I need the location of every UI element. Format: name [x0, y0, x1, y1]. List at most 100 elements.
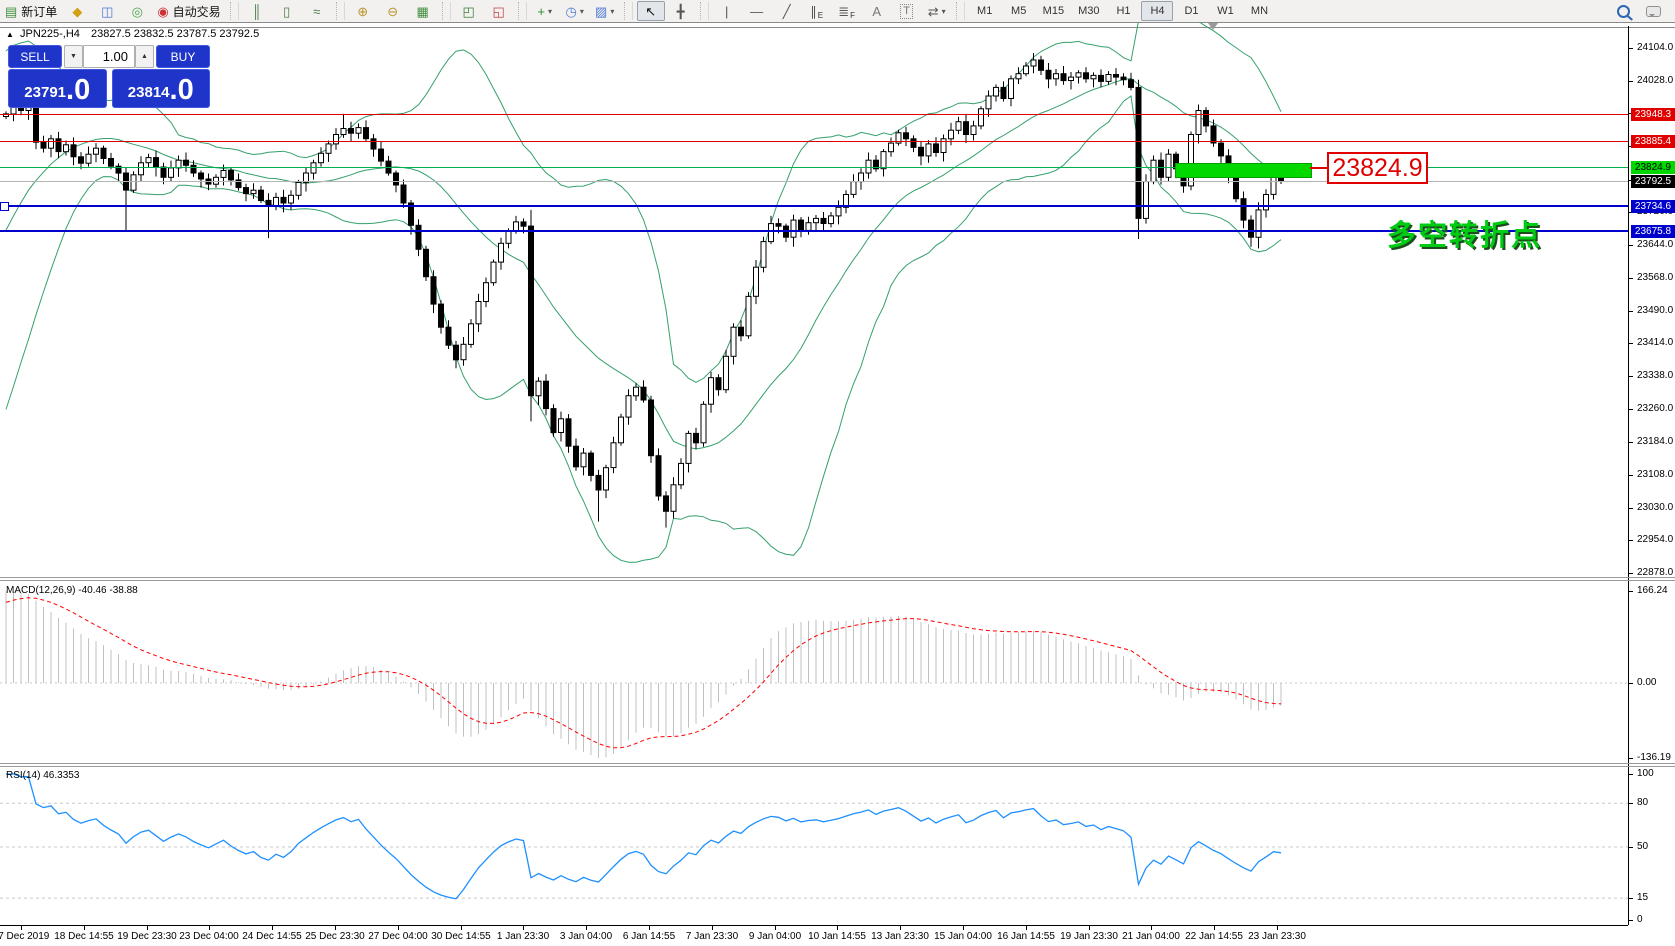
- text-button[interactable]: A: [863, 1, 891, 21]
- time-label: 15 Jan 04:00: [934, 931, 992, 942]
- volume-increase-button[interactable]: ▲: [135, 45, 154, 68]
- turning-point-annotation[interactable]: 多空转折点: [1387, 212, 1542, 254]
- candle-body: [476, 302, 481, 324]
- toolbar-separator: [624, 2, 633, 20]
- candle-body: [1241, 199, 1246, 220]
- cursor-button[interactable]: ↖: [637, 1, 665, 21]
- sell-button[interactable]: SELL: [8, 45, 62, 68]
- macd-rsi-separator[interactable]: [0, 763, 1675, 764]
- horizontal-line-button[interactable]: —: [743, 1, 771, 21]
- level-line-23885.4[interactable]: [0, 141, 1628, 142]
- new-order-button[interactable]: ▤新订单: [1, 1, 61, 21]
- time-tick: [649, 926, 650, 930]
- search-button[interactable]: [1609, 1, 1637, 21]
- macd-histogram: [6, 591, 1281, 758]
- auto-scroll-button[interactable]: ◰: [455, 1, 483, 21]
- candle-body: [86, 154, 91, 163]
- trendline-button[interactable]: ╱: [773, 1, 801, 21]
- candle-body: [566, 419, 571, 446]
- candle-body: [724, 356, 729, 389]
- zoom-out-button[interactable]: ⊖: [379, 1, 407, 21]
- main-macd-separator-2[interactable]: [0, 580, 1675, 581]
- candle-body: [109, 159, 114, 167]
- price-callout-label[interactable]: 23824.9: [1327, 152, 1428, 184]
- timeframe-h4-button[interactable]: H4: [1141, 1, 1173, 21]
- tile-windows-button[interactable]: ▦: [409, 1, 437, 21]
- bar-chart-type-button[interactable]: ║: [243, 1, 271, 21]
- timeframe-m15-button[interactable]: M15: [1037, 1, 1070, 21]
- candle-body: [469, 324, 474, 345]
- candle-body: [1144, 182, 1149, 219]
- fibonacci-button[interactable]: ≣F: [833, 1, 861, 21]
- level-line-23675.8[interactable]: [0, 230, 1628, 232]
- candlestick-type-button[interactable]: ▯: [273, 1, 301, 21]
- candle-body: [259, 190, 264, 200]
- candle-body: [439, 304, 444, 327]
- collapse-triangle-icon[interactable]: ▲: [6, 30, 14, 39]
- price-tick-label: 23490.0: [1637, 305, 1675, 316]
- time-axis-border: [0, 925, 1628, 926]
- timeframe-h1-button[interactable]: H1: [1107, 1, 1139, 21]
- channel-button[interactable]: ∥E: [803, 1, 831, 21]
- timeframe-m5-button[interactable]: M5: [1003, 1, 1035, 21]
- signal-icon: ◎: [132, 5, 143, 18]
- candle-body: [199, 173, 204, 179]
- auto-trading-button[interactable]: ◉自动交易: [153, 1, 224, 21]
- time-label: 6 Jan 14:55: [623, 931, 675, 942]
- templates-button[interactable]: ▨▾: [591, 1, 619, 21]
- chart-shift-marker-icon[interactable]: [1208, 23, 1218, 35]
- candle-body: [679, 463, 684, 484]
- macd-tick-label: 166.24: [1637, 585, 1675, 596]
- candle-body: [461, 344, 466, 359]
- time-label: 16 Jan 14:55: [997, 931, 1055, 942]
- crosshair-button[interactable]: ╋: [667, 1, 695, 21]
- signals-button[interactable]: ◎: [123, 1, 151, 21]
- horizontal-line-icon: —: [750, 5, 763, 18]
- level-line-23948.3[interactable]: [0, 114, 1628, 115]
- chart-shift-button[interactable]: ◱: [485, 1, 513, 21]
- line-chart-type-button[interactable]: ≈: [303, 1, 331, 21]
- arrows-button[interactable]: ⇄▾: [923, 1, 951, 21]
- text-label-button[interactable]: T: [893, 1, 921, 21]
- chevron-down-icon: ▾: [580, 7, 584, 16]
- candle-body: [169, 168, 174, 177]
- volume-decrease-button[interactable]: ▼: [64, 45, 83, 68]
- buy-price-display[interactable]: 23814 .0: [112, 69, 211, 108]
- macd-rsi-separator-2[interactable]: [0, 766, 1675, 767]
- time-tick: [775, 926, 776, 930]
- periods-button[interactable]: ◷▾: [561, 1, 589, 21]
- candle-body: [589, 453, 594, 475]
- volume-input[interactable]: 1.00: [83, 45, 135, 68]
- timeframe-d1-button[interactable]: D1: [1175, 1, 1207, 21]
- timeframe-mn-button[interactable]: MN: [1243, 1, 1275, 21]
- new-order-icon: ▤: [5, 5, 17, 18]
- price-badge-23885.4: 23885.4: [1631, 135, 1675, 148]
- timeframe-m30-button[interactable]: M30: [1072, 1, 1105, 21]
- toolbar-separator: [336, 2, 345, 20]
- buy-button[interactable]: BUY: [156, 45, 210, 68]
- template-icon: ▨: [595, 5, 607, 18]
- price-axis-border: [1628, 26, 1629, 925]
- chat-button[interactable]: [1639, 1, 1667, 21]
- fibonacci-icon: ≣: [838, 5, 849, 18]
- timeframe-w1-button[interactable]: W1: [1209, 1, 1241, 21]
- label-connector-line: [1310, 167, 1327, 169]
- candle-body: [41, 142, 46, 148]
- indicators-button[interactable]: +▾: [531, 1, 559, 21]
- vertical-line-button[interactable]: |: [713, 1, 741, 21]
- candle-body: [1099, 75, 1104, 81]
- zoom-in-button[interactable]: ⊕: [349, 1, 377, 21]
- candle-body: [716, 378, 721, 390]
- timeframe-m1-button[interactable]: M1: [969, 1, 1001, 21]
- main-macd-separator[interactable]: [0, 577, 1675, 578]
- candle-body: [499, 243, 504, 262]
- candle-body: [934, 144, 939, 153]
- objects-button[interactable]: ◆: [63, 1, 91, 21]
- line-drag-handle[interactable]: [0, 202, 9, 211]
- highlight-rectangle[interactable]: [1175, 163, 1312, 178]
- toolbar-separator: [700, 2, 709, 20]
- market-watch-button[interactable]: ◫: [93, 1, 121, 21]
- candle-body: [1091, 75, 1096, 78]
- sell-price-display[interactable]: 23791 .0: [8, 69, 107, 108]
- level-line-23734.6[interactable]: [0, 205, 1628, 207]
